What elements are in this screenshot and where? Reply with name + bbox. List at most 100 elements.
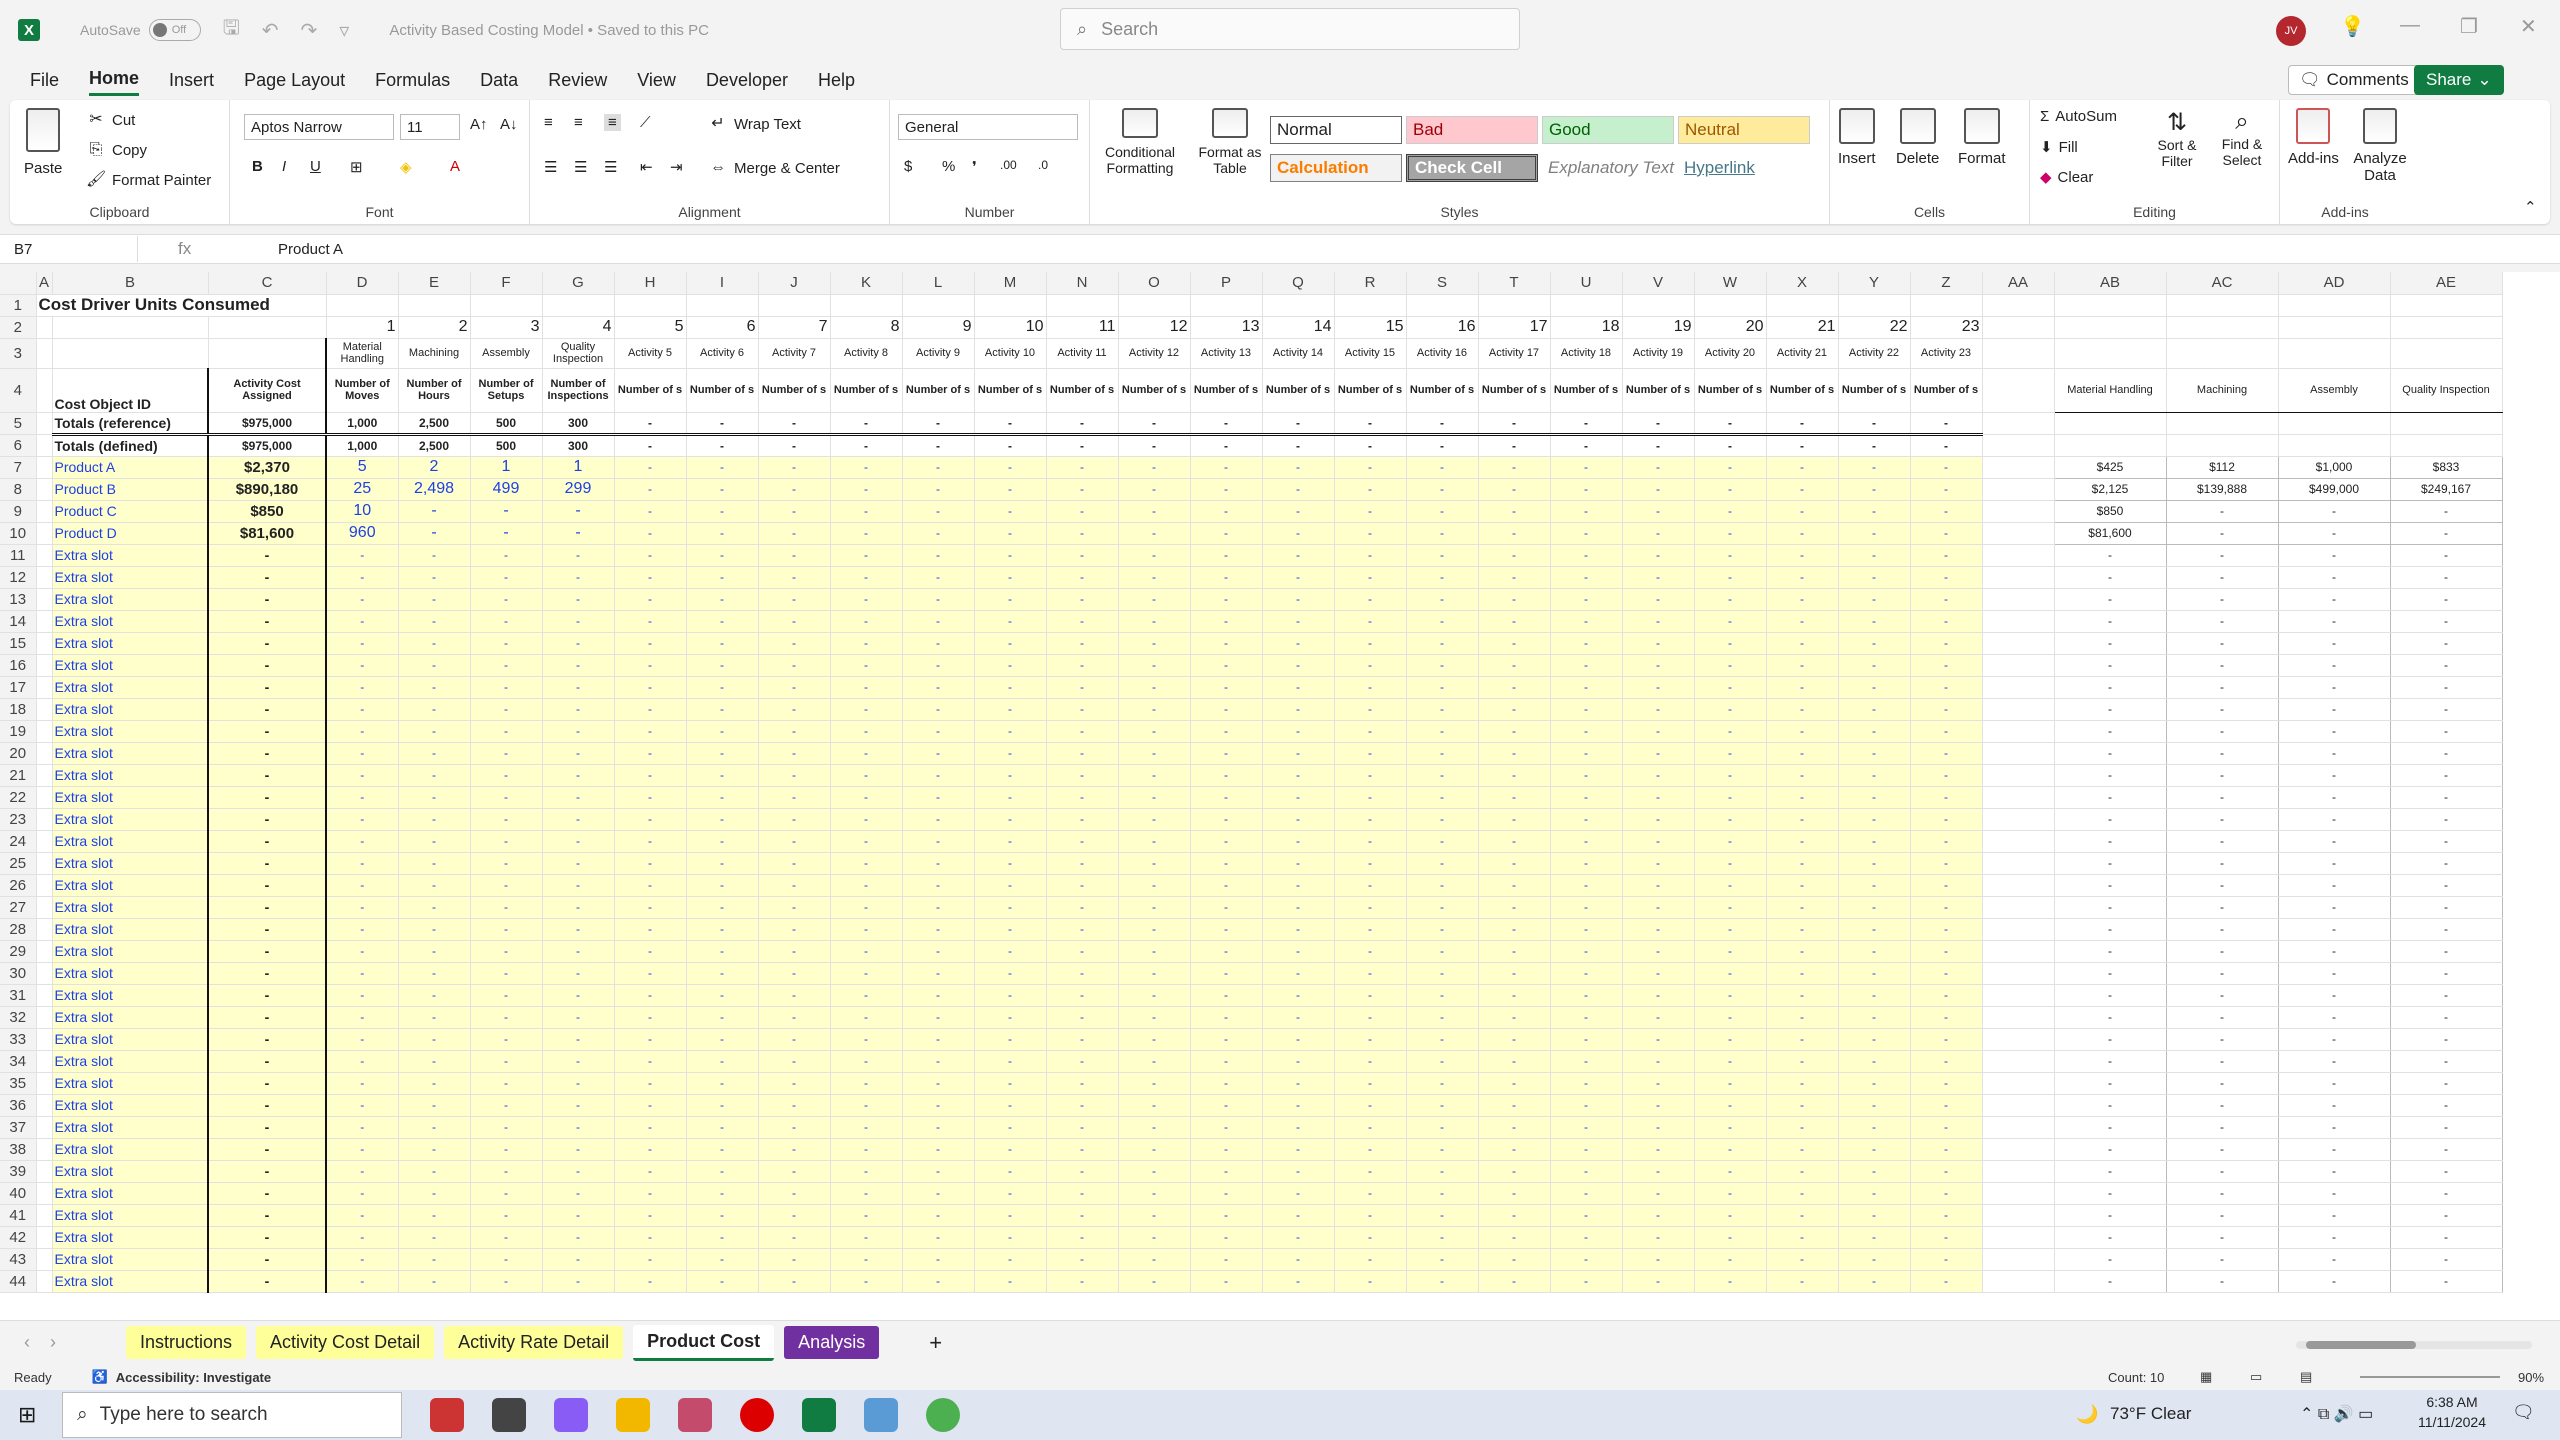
cell[interactable] <box>2278 412 2391 435</box>
driver-units[interactable]: - <box>470 522 543 545</box>
right-panel-value[interactable]: - <box>2053 654 2167 677</box>
driver-units[interactable]: - <box>1046 1270 1119 1293</box>
windows-start-icon[interactable]: ⊞ <box>18 1402 36 1428</box>
cell[interactable] <box>36 478 53 501</box>
excel-taskbar-icon[interactable] <box>802 1398 836 1432</box>
undo-icon[interactable]: ↶ <box>262 18 279 43</box>
driver-units[interactable]: - <box>542 522 615 545</box>
driver-units[interactable]: - <box>1622 720 1695 743</box>
driver-units[interactable]: - <box>470 1226 543 1249</box>
extra-slot-label[interactable]: Extra slot <box>52 1006 209 1029</box>
driver-units[interactable]: - <box>686 1248 759 1271</box>
activity-name[interactable]: Activity 11 <box>1046 337 1119 369</box>
driver-units[interactable]: - <box>1910 478 1983 501</box>
totals-defined-value[interactable]: 1,000 <box>325 434 399 457</box>
driver-units[interactable]: - <box>614 1116 687 1139</box>
driver-units[interactable]: - <box>470 610 543 633</box>
driver-units[interactable]: - <box>325 830 399 853</box>
cell[interactable] <box>36 1138 53 1161</box>
driver-units[interactable]: - <box>542 808 615 831</box>
driver-units[interactable]: 1 <box>470 456 543 479</box>
driver-units[interactable]: - <box>902 588 975 611</box>
extra-slot-cost[interactable]: - <box>207 962 327 985</box>
driver-units[interactable]: - <box>686 500 759 523</box>
totals-defined-value[interactable]: - <box>902 434 975 457</box>
cell[interactable] <box>36 1270 53 1293</box>
row-header[interactable]: 37 <box>0 1116 37 1139</box>
driver-units[interactable]: - <box>902 962 975 985</box>
right-panel-value[interactable]: - <box>2165 830 2279 853</box>
driver-units[interactable]: - <box>1694 1226 1767 1249</box>
zoom-level[interactable]: 90% <box>2518 1370 2544 1385</box>
driver-units[interactable]: - <box>686 566 759 589</box>
right-panel-value[interactable]: - <box>2053 1270 2167 1293</box>
column-header[interactable]: A <box>36 272 53 295</box>
column-header[interactable]: I <box>686 272 759 295</box>
driver-units[interactable]: - <box>1694 588 1767 611</box>
extra-slot-label[interactable]: Extra slot <box>52 1248 209 1271</box>
cell[interactable] <box>1982 808 2055 831</box>
extra-slot-cost[interactable]: - <box>207 654 327 677</box>
driver-units[interactable]: - <box>686 1094 759 1117</box>
driver-units[interactable]: - <box>902 1138 975 1161</box>
row-header[interactable]: 36 <box>0 1094 37 1117</box>
right-panel-value[interactable]: - <box>2053 830 2167 853</box>
driver-units[interactable]: - <box>974 896 1047 919</box>
driver-units[interactable]: - <box>686 654 759 677</box>
extra-slot-cost[interactable]: - <box>207 1006 327 1029</box>
driver-name[interactable]: Number of Hours <box>398 367 471 413</box>
right-panel-value[interactable]: - <box>2053 676 2167 699</box>
format-as-table-button[interactable]: Format as Table <box>1190 108 1270 176</box>
driver-units[interactable]: - <box>1118 786 1191 809</box>
right-panel-value[interactable]: - <box>2389 764 2503 787</box>
totals-reference-value[interactable]: - <box>1406 412 1479 436</box>
driver-units[interactable]: - <box>1262 456 1335 479</box>
driver-units[interactable]: - <box>1190 1006 1263 1029</box>
driver-units[interactable]: - <box>758 962 831 985</box>
format-painter-button[interactable]: 🖌 Format Painter <box>86 170 211 190</box>
align-bottom-icon[interactable]: ≡ <box>604 114 621 131</box>
driver-units[interactable]: - <box>1406 544 1479 567</box>
driver-units[interactable]: - <box>902 566 975 589</box>
driver-units[interactable]: - <box>1406 874 1479 897</box>
driver-units[interactable]: - <box>1694 830 1767 853</box>
driver-units[interactable]: - <box>1118 1226 1191 1249</box>
driver-units[interactable]: - <box>1478 456 1551 479</box>
row-header[interactable]: 19 <box>0 720 37 743</box>
driver-units[interactable]: - <box>470 984 543 1007</box>
driver-units[interactable]: - <box>1334 852 1407 875</box>
driver-units[interactable]: - <box>830 500 903 523</box>
driver-units[interactable]: - <box>902 478 975 501</box>
driver-units[interactable]: - <box>758 786 831 809</box>
right-panel-value[interactable]: - <box>2277 588 2391 611</box>
right-panel-value[interactable]: - <box>2277 1138 2391 1161</box>
driver-units[interactable]: - <box>1046 522 1119 545</box>
borders-icon[interactable]: ⊞ <box>350 158 363 176</box>
driver-units[interactable]: - <box>325 1270 399 1293</box>
driver-units[interactable]: - <box>1910 962 1983 985</box>
driver-units[interactable]: - <box>1406 896 1479 919</box>
tab-product-cost[interactable]: Product Cost <box>633 1324 775 1361</box>
driver-units[interactable]: - <box>470 654 543 677</box>
driver-units[interactable]: - <box>1766 874 1839 897</box>
driver-units[interactable]: - <box>830 522 903 545</box>
driver-units[interactable]: - <box>1334 918 1407 941</box>
extra-slot-cost[interactable]: - <box>207 610 327 633</box>
driver-units[interactable]: - <box>398 720 471 743</box>
driver-units[interactable]: - <box>1694 1006 1767 1029</box>
driver-units[interactable]: - <box>1406 764 1479 787</box>
driver-units[interactable]: - <box>398 1160 471 1183</box>
cell[interactable] <box>2166 316 2279 339</box>
extra-slot-cost[interactable]: - <box>207 830 327 853</box>
driver-units[interactable]: - <box>1406 1028 1479 1051</box>
driver-units[interactable]: - <box>542 830 615 853</box>
driver-units[interactable]: - <box>542 1270 615 1293</box>
cell[interactable] <box>614 294 687 317</box>
align-top-icon[interactable]: ≡ <box>544 114 553 131</box>
extra-slot-cost[interactable]: - <box>207 1204 327 1227</box>
fill-color-icon[interactable]: ◈ <box>400 158 412 176</box>
driver-units[interactable]: - <box>1694 984 1767 1007</box>
driver-units[interactable]: - <box>1622 456 1695 479</box>
driver-units[interactable]: - <box>470 1248 543 1271</box>
driver-units[interactable]: - <box>1262 632 1335 655</box>
